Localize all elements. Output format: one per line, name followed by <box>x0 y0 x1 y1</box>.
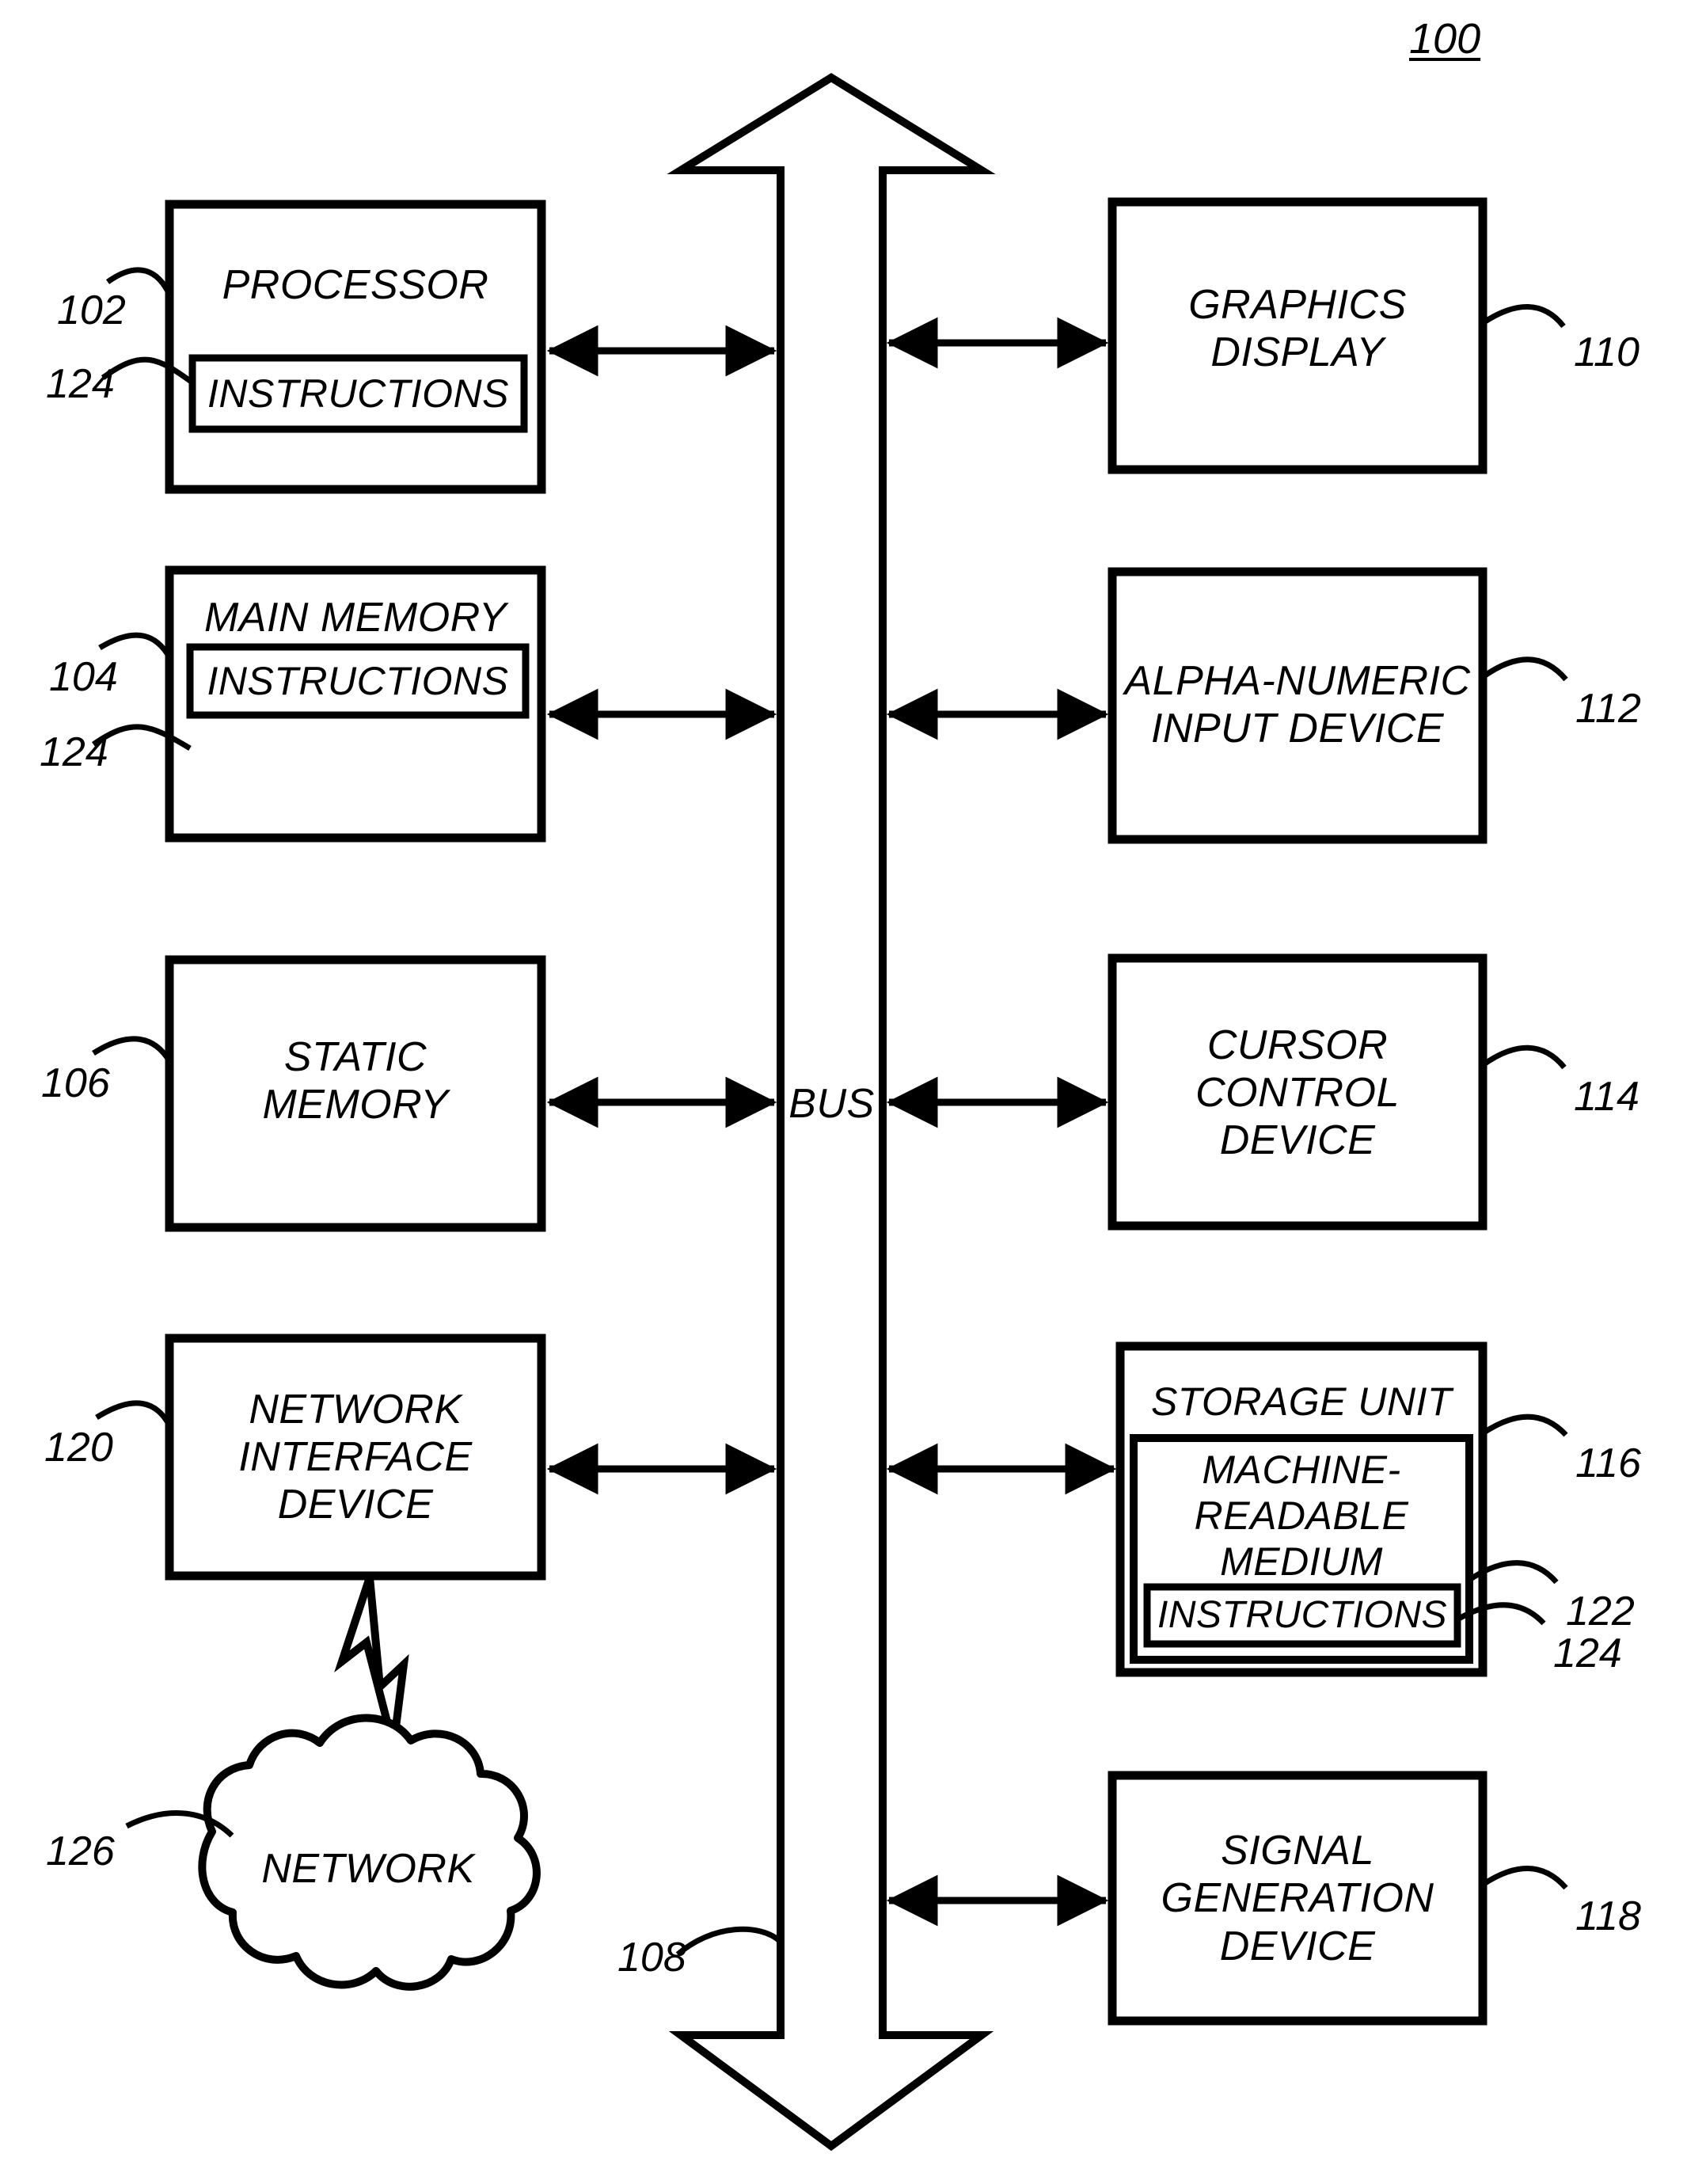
graphics-display-leader-line <box>1481 304 1566 329</box>
static-memory-block <box>165 955 546 1232</box>
main-memory-block-outline <box>165 565 546 843</box>
signal-generation-device-leader-line <box>1481 1866 1568 1890</box>
alpha-numeric-input-device-leader-line <box>1480 656 1568 682</box>
figure-number: 100 <box>1409 15 1481 63</box>
network-interface-device-leader-line <box>95 1400 173 1427</box>
network-cloud-shape <box>198 1714 541 1991</box>
cursor-control-device-block <box>1108 953 1488 1231</box>
alpha-numeric-input-device-block <box>1108 567 1488 844</box>
storage-unit-leader-line <box>1481 1414 1568 1437</box>
main-memory-instructions-box <box>186 643 530 719</box>
diagram-vector-layer <box>91 73 1568 2152</box>
graphics-display-block <box>1108 197 1488 474</box>
signal-generation-device-block <box>1108 1771 1488 2026</box>
processor-leader-line <box>105 267 173 296</box>
network-interface-device-block <box>165 1334 546 1581</box>
main-memory-leader-line <box>98 632 173 659</box>
processor-instructions-box <box>188 354 528 433</box>
bus-arrow <box>667 73 996 2152</box>
patent-figure-100: 100 PROCESSOR INSTRUCTIONS MAIN MEMORY I… <box>0 0 1687 2184</box>
storage-instructions-box <box>1143 1583 1461 1648</box>
static-memory-leader-line <box>92 1036 173 1063</box>
processor-block <box>165 200 546 494</box>
storage-unit-block <box>1115 1341 1488 1677</box>
cursor-control-device-leader-line <box>1480 1044 1567 1070</box>
bus-leader-line <box>675 1926 783 1957</box>
